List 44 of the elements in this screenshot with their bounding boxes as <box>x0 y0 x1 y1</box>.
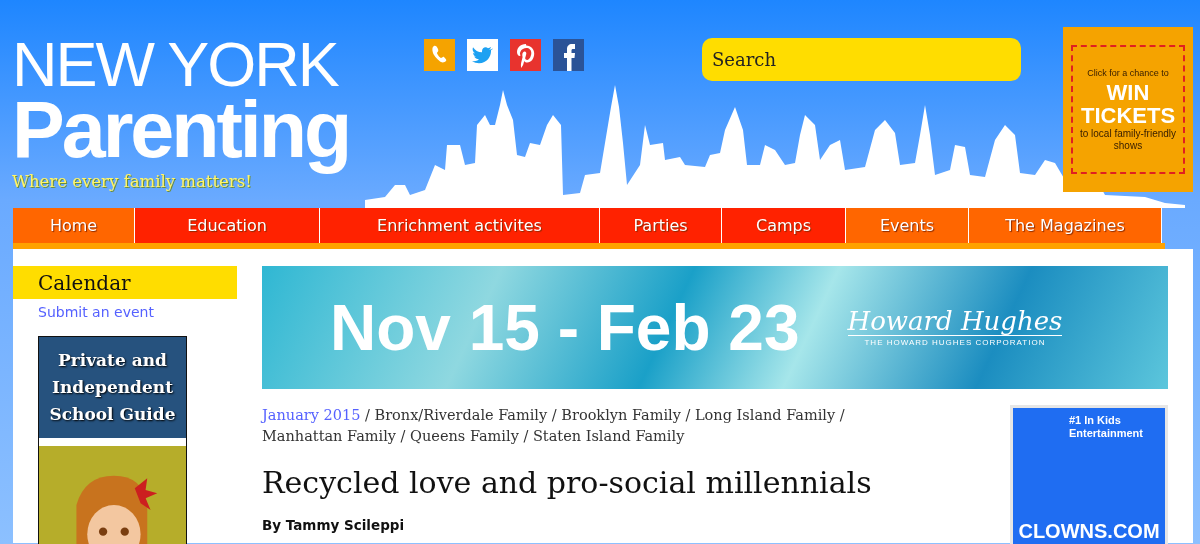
separator-text: / <box>523 428 529 444</box>
logo-title[interactable]: NEW YORK <box>12 34 338 94</box>
ticket-ad[interactable]: Click for a chance to WIN TICKETS to local family-friendly shows <box>1063 27 1193 192</box>
ad-text: Click for a chance to <box>1087 67 1169 81</box>
category-link[interactable]: Manhattan Family <box>262 428 396 444</box>
byline: By Tammy Scileppi <box>262 516 406 535</box>
ad-headline: WIN <box>1106 81 1150 104</box>
ad-text: #1 In Kids Entertainment <box>1069 414 1144 440</box>
ad-headline: CLOWNS.COM <box>1018 519 1160 544</box>
clowns-ad[interactable]: #1 In Kids Entertainment CLOWNS.COM <box>1010 405 1168 544</box>
category-link[interactable]: Queens Family <box>410 428 519 444</box>
nav-tab[interactable]: Parties <box>600 208 722 243</box>
school-guide-ad[interactable]: Private and Independent School Guide <box>38 336 187 544</box>
category-link[interactable]: Bronx/Riverdale Family <box>374 407 548 423</box>
ad-headline: TICKETS <box>1080 104 1176 127</box>
separator-text: / <box>365 407 370 423</box>
event-banner[interactable]: Nov 15 - Feb 23 Howard Hughes THE HOWARD HUGHES CORPORATION <box>262 266 1168 389</box>
submit-event-link[interactable]: Submit an event <box>38 302 154 323</box>
banner-logo: Howard Hughes <box>847 306 1063 335</box>
category-link[interactable]: Staten Island Family <box>532 428 685 444</box>
search-field[interactable]: Search <box>702 38 1021 81</box>
category-link[interactable]: January 2015 <box>262 407 361 423</box>
letter-f-icon[interactable] <box>553 39 584 71</box>
nav-tab[interactable]: Camps <box>722 208 846 243</box>
nav-tab[interactable]: Events <box>846 208 969 243</box>
banner-dates: Nov 15 - Feb 23 <box>330 290 800 366</box>
separator-text: / <box>551 407 557 423</box>
letter-p-icon[interactable] <box>510 39 541 71</box>
category-link[interactable]: Brooklyn Family <box>561 407 681 423</box>
separator-text: / <box>685 407 691 423</box>
ad-headline: Private and Independent School Guide <box>39 337 186 446</box>
nav-tab[interactable]: Home <box>13 208 135 243</box>
sidebar-heading: Calendar <box>13 266 237 299</box>
ad-text: to local family-friendly shows <box>1078 127 1178 152</box>
nav-tab[interactable]: Education <box>135 208 320 243</box>
category-link[interactable]: Long Island Family <box>695 407 836 423</box>
nav-tab[interactable]: Enrichment activites <box>320 208 600 243</box>
bird-icon[interactable] <box>467 39 498 71</box>
separator-text: / <box>400 428 406 444</box>
nav-tab[interactable]: The Magazines <box>969 208 1162 243</box>
article-title: Recycled love and pro-social millennials <box>262 465 873 501</box>
tagline: Where every family matters! <box>12 172 252 193</box>
separator-text: / <box>839 407 845 423</box>
banner-caption: THE HOWARD HUGHES CORPORATION <box>847 334 1063 349</box>
